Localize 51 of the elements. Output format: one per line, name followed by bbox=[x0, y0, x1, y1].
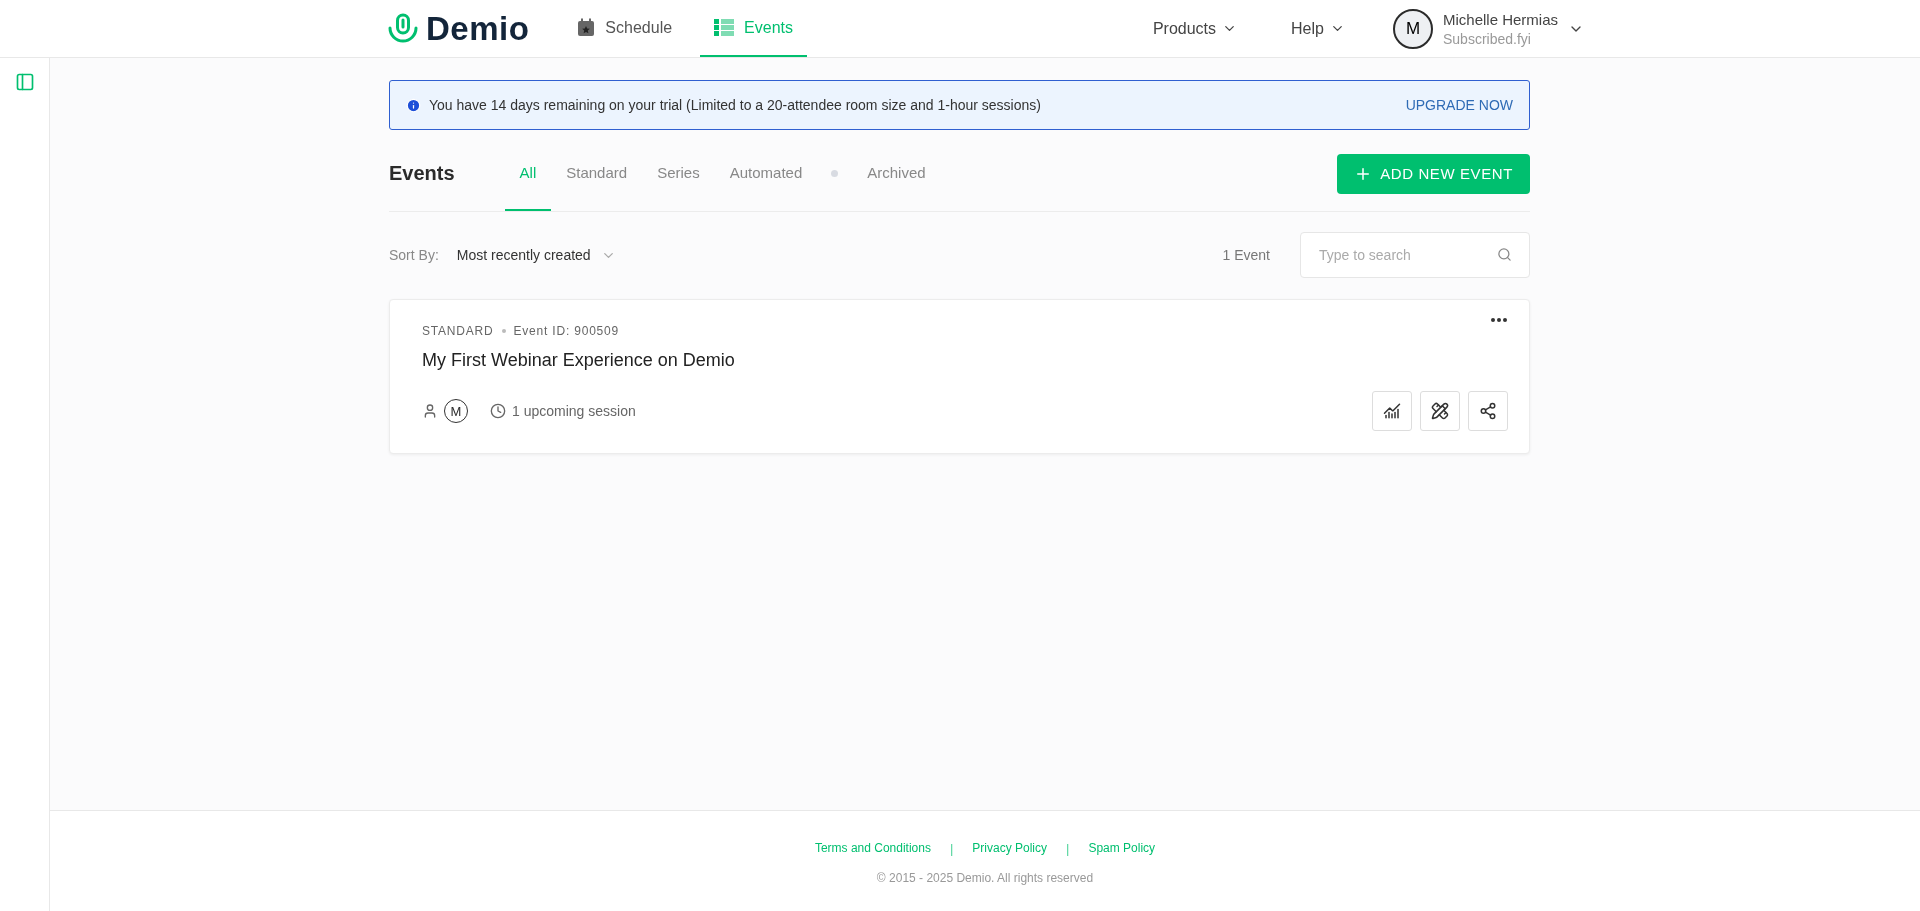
event-count: 1 Event bbox=[1222, 247, 1270, 263]
calendar-icon bbox=[577, 18, 596, 37]
search-icon bbox=[1497, 247, 1512, 262]
filter-tab[interactable]: Standard bbox=[551, 142, 643, 211]
add-event-button[interactable]: ADD NEW EVENT bbox=[1337, 153, 1530, 194]
filter-tab[interactable]: Series bbox=[642, 142, 715, 211]
upgrade-link[interactable]: UPGRADE NOW bbox=[1405, 97, 1513, 113]
copyright-text: © 2015 - 2025 Demio. All rights reserved bbox=[876, 871, 1094, 885]
edit-button[interactable] bbox=[1420, 391, 1460, 431]
session-count: 1 upcoming session bbox=[512, 403, 636, 419]
nav-tab[interactable]: Events bbox=[700, 0, 807, 57]
trial-message: You have 14 days remaining on your trial (Limited to a 20-attendee room size and 1-hour sessions) bbox=[429, 97, 1042, 113]
nav-menu[interactable]: Products bbox=[1146, 0, 1244, 57]
sort-dropdown[interactable]: Most recently created bbox=[456, 247, 616, 263]
dot-icon bbox=[831, 170, 839, 177]
avatar: M bbox=[1392, 8, 1433, 49]
footer-link[interactable]: Terms and Conditions bbox=[814, 841, 931, 856]
footer-link[interactable]: Privacy Policy bbox=[972, 841, 1047, 856]
event-id: Event ID: 900509 bbox=[513, 324, 620, 338]
logo-text: Demio bbox=[426, 9, 530, 48]
more-button[interactable] bbox=[1491, 318, 1507, 322]
chart-icon bbox=[1383, 402, 1401, 420]
analytics-button[interactable] bbox=[1372, 391, 1412, 431]
user-organization: Subscribed.fyi bbox=[1442, 30, 1532, 47]
separator-dot bbox=[501, 329, 506, 333]
filter-tab[interactable]: All bbox=[504, 142, 552, 211]
user-name: Michelle Hermias bbox=[1442, 10, 1558, 28]
event-type: STANDARD bbox=[422, 324, 494, 338]
nav-tab[interactable]: Schedule bbox=[563, 0, 687, 57]
sidebar-toggle-icon[interactable] bbox=[14, 72, 35, 92]
event-title: My First Webinar Experience on Demio bbox=[422, 350, 736, 371]
link-separator: | bbox=[948, 841, 955, 856]
list-icon bbox=[714, 18, 735, 37]
share-icon bbox=[1479, 402, 1497, 420]
info-icon bbox=[406, 97, 421, 113]
share-button[interactable] bbox=[1468, 391, 1508, 431]
search-field[interactable]: Type to search bbox=[1300, 232, 1530, 278]
user-menu[interactable]: M Michelle Hermias Subscribed.fyi bbox=[1392, 0, 1584, 57]
pencil-ruler-icon bbox=[1431, 402, 1449, 420]
person-icon bbox=[422, 403, 438, 419]
link-separator: | bbox=[1065, 841, 1071, 856]
sort-label: Sort By: bbox=[389, 247, 439, 263]
nav-menu[interactable]: Help bbox=[1285, 0, 1351, 57]
more-icon bbox=[1491, 318, 1507, 322]
microphone-logo-icon bbox=[388, 12, 418, 45]
footer-link[interactable]: Spam Policy bbox=[1088, 841, 1156, 856]
page-title: Events bbox=[389, 161, 455, 186]
filter-tab[interactable]: Archived bbox=[852, 142, 941, 211]
clock-icon bbox=[490, 403, 506, 419]
filter-tab[interactable]: Automated bbox=[714, 142, 818, 211]
event-card[interactable]: STANDARD Event ID: 900509 My First Webinar Experience on Demio M 1 upcoming session bbox=[389, 299, 1530, 454]
